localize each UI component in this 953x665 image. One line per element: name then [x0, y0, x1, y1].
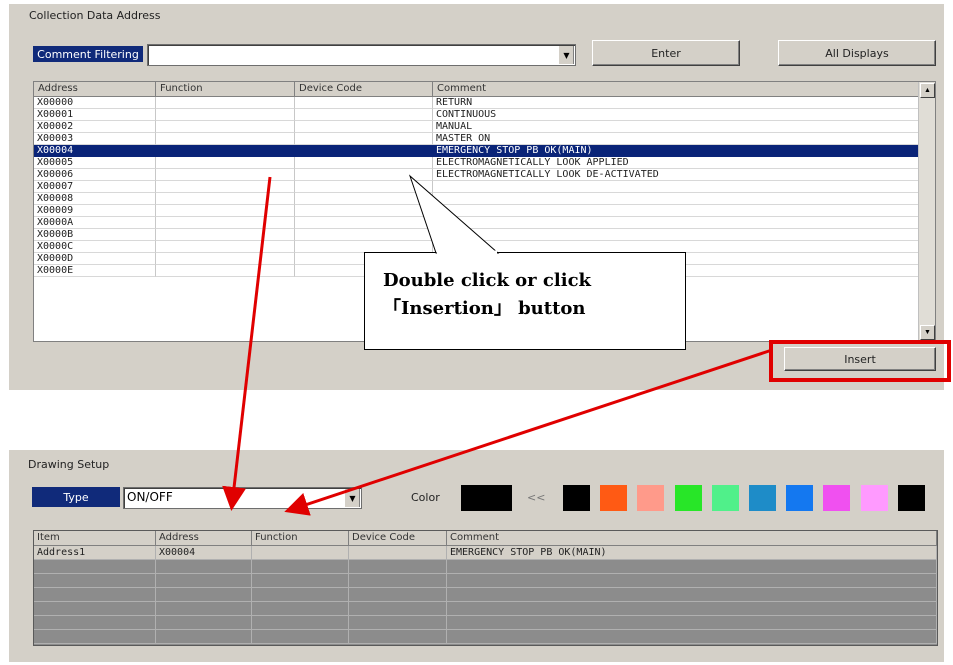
callout-tail [408, 174, 500, 254]
